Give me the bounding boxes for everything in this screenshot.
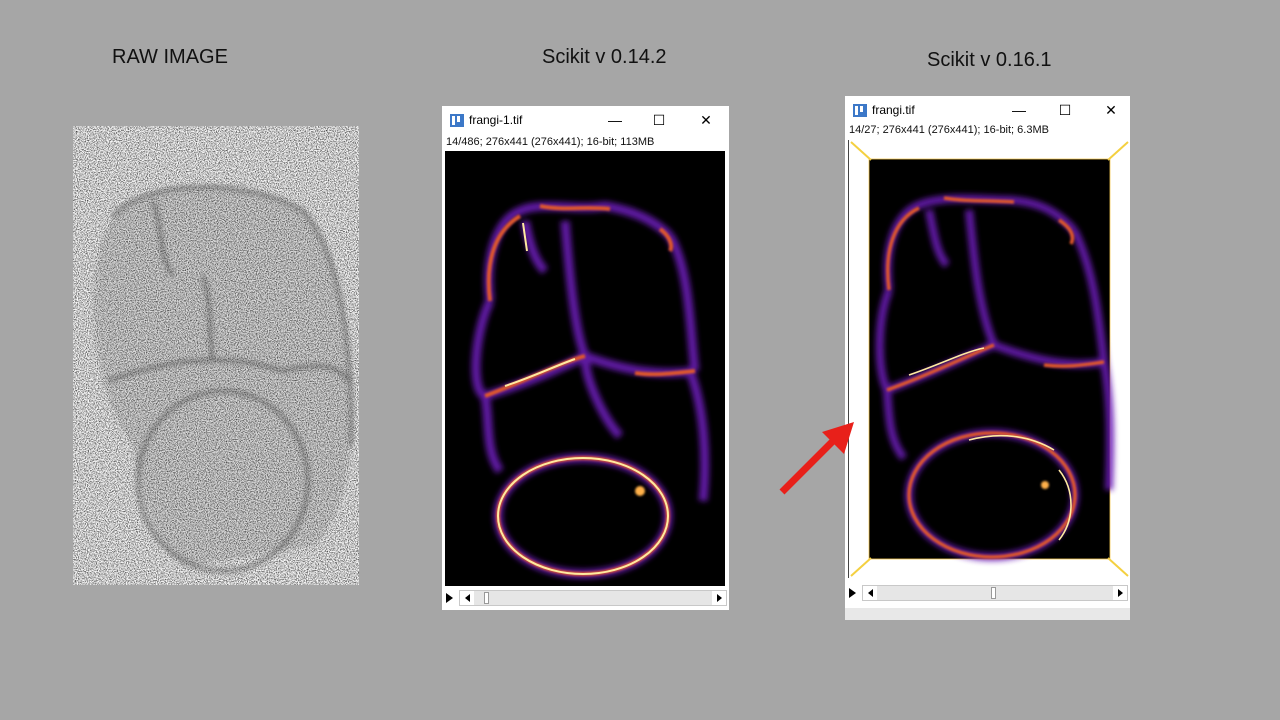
close-button[interactable]: ✕ — [1089, 96, 1133, 124]
stack-scrollbar[interactable] — [459, 590, 727, 606]
maximize-button[interactable]: ☐ — [1043, 96, 1087, 124]
window-bottom-gap — [845, 608, 1130, 620]
play-icon[interactable] — [446, 593, 453, 603]
image-info: 14/486; 276x441 (276x441); 16-bit; 113MB — [446, 136, 655, 148]
titlebar[interactable]: frangi.tif — ☐ ✕ — [845, 96, 1130, 124]
scroll-right-icon[interactable] — [712, 591, 726, 605]
stack-slider-row[interactable] — [845, 584, 1130, 602]
window-title: frangi-1.tif — [469, 113, 523, 127]
stack-scrollbar[interactable] — [862, 585, 1128, 601]
titlebar[interactable]: frangi-1.tif — ☐ ✕ — [442, 106, 729, 134]
frangi-image-canvas[interactable] — [848, 140, 1130, 578]
raw-image — [73, 126, 359, 585]
image-info: 14/27; 276x441 (276x441); 16-bit; 6.3MB — [849, 124, 1049, 136]
maximize-button[interactable]: ☐ — [637, 106, 681, 134]
imagej-window-icon — [853, 104, 867, 117]
scroll-thumb[interactable] — [484, 592, 489, 604]
play-icon[interactable] — [849, 588, 856, 598]
minimize-button[interactable]: — — [997, 96, 1041, 124]
scroll-left-icon[interactable] — [863, 586, 877, 600]
stack-slider-row[interactable] — [442, 589, 729, 607]
image-window-frangi-1[interactable]: frangi-1.tif — ☐ ✕ 14/486; 276x441 (276x… — [442, 106, 729, 610]
close-button[interactable]: ✕ — [684, 106, 728, 134]
heading-scikit-0-14-2: Scikit v 0.14.2 — [542, 46, 667, 68]
window-title: frangi.tif — [872, 103, 915, 117]
frangi-image-canvas[interactable] — [445, 151, 725, 586]
scroll-thumb[interactable] — [991, 587, 996, 599]
red-arrow-icon — [779, 422, 854, 495]
minimize-button[interactable]: — — [593, 106, 637, 134]
heading-raw-image: RAW IMAGE — [112, 46, 228, 68]
scroll-right-icon[interactable] — [1113, 586, 1127, 600]
heading-scikit-0-16-1: Scikit v 0.16.1 — [927, 49, 1052, 71]
imagej-window-icon — [450, 114, 464, 127]
image-window-frangi[interactable]: frangi.tif — ☐ ✕ 14/27; 276x441 (276x441… — [845, 96, 1130, 620]
scroll-left-icon[interactable] — [460, 591, 474, 605]
